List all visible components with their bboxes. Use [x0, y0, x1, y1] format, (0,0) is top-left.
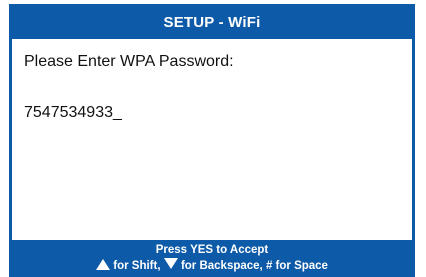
up-triangle-icon: [96, 259, 111, 270]
key-instructions: for Shift, for Backspace, # for Space: [12, 258, 412, 272]
password-input[interactable]: 7547534933_: [24, 104, 122, 122]
screen-title: SETUP - WiFi: [163, 14, 261, 31]
title-bar: SETUP - WiFi: [12, 7, 412, 39]
password-prompt: Please Enter WPA Password:: [24, 53, 234, 70]
setup-screen: SETUP - WiFi Please Enter WPA Password: …: [9, 4, 415, 277]
backspace-instruction: for Backspace, # for Space: [180, 260, 328, 272]
down-triangle-icon: [163, 258, 178, 269]
accept-instruction: Press YES to Accept: [155, 244, 269, 256]
instructions-footer: Press YES to Accept for Shift, for Backs…: [12, 240, 412, 274]
shift-instruction: for Shift,: [113, 260, 161, 272]
